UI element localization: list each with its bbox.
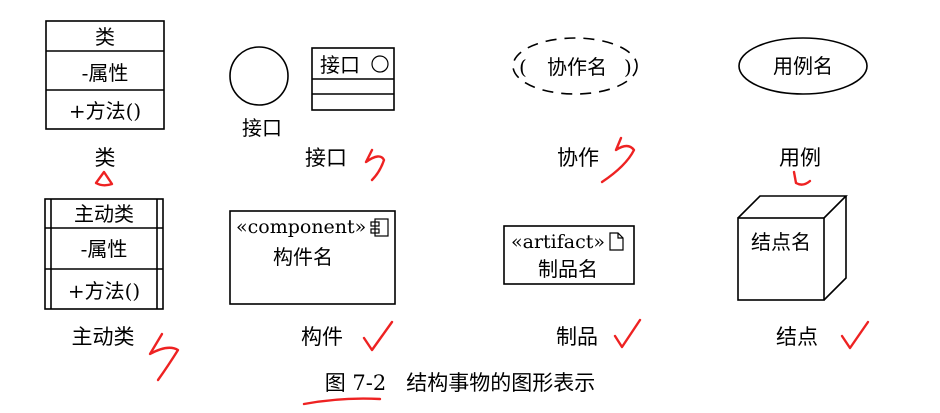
red-checkmark-component [362, 320, 394, 352]
component-icon [370, 218, 389, 237]
red-squiggle-mark-collaboration [600, 136, 636, 184]
collaboration-caption: 协作 [557, 146, 599, 170]
use-case-name: 用例名 [773, 54, 833, 78]
artifact-caption: 制品 [556, 325, 598, 349]
active-class-name: 主动类 [74, 202, 134, 226]
component-name: 构件名 [273, 245, 333, 269]
node-side-face [823, 196, 847, 301]
red-squiggle-mark-interface [364, 148, 386, 182]
node-top-face [737, 195, 848, 219]
node-symbol: 结点名 [737, 195, 848, 301]
active-class-attribute: -属性 [81, 237, 128, 261]
figure-caption: 图 7-2 结构事物的图形表示 [325, 371, 596, 395]
component-stereotype: «component» [236, 216, 366, 238]
diagram-canvas: 类 -属性 +方法() 类 接口 接口 接口 ( 协作名 ) 协作 用例名 用例… [0, 0, 940, 413]
red-underline-figure-number [302, 397, 382, 406]
red-triangle-mark-class [94, 170, 114, 187]
red-squiggle-mark-active-class [148, 332, 180, 382]
handwritten-annotations [94, 136, 870, 406]
class-caption: 类 [95, 146, 116, 170]
active-class-method: +方法() [68, 279, 140, 303]
component-caption: 构件 [301, 325, 343, 349]
red-checkmark-node [840, 320, 870, 350]
interface-caption: 接口 [305, 146, 347, 170]
structural-things-diagram: 类 -属性 +方法() 类 接口 接口 接口 ( 协作名 ) 协作 用例名 用例… [44, 20, 870, 406]
class-symbol: 类 -属性 +方法() [45, 20, 165, 130]
interface-box-label: 接口 [320, 53, 360, 77]
node-name: 结点名 [751, 230, 811, 254]
class-name: 类 [95, 25, 115, 49]
interface-symbol: 接口 接口 [229, 46, 395, 140]
collaboration-open-paren: ( [519, 55, 527, 79]
artifact-name: 制品名 [538, 257, 598, 281]
document-icon [609, 232, 624, 251]
collaboration-close-paren: ) [624, 55, 632, 79]
interface-circle-label: 接口 [242, 116, 282, 140]
class-method: +方法() [69, 99, 141, 123]
red-checkmark-artifact [613, 318, 642, 349]
component-symbol: «component» 构件名 [229, 210, 396, 305]
active-class-symbol: 主动类 -属性 +方法() [44, 198, 164, 310]
class-attribute: -属性 [82, 61, 129, 85]
interface-small-circle-icon [371, 55, 389, 73]
use-case-symbol: 用例名 [738, 37, 868, 95]
node-caption: 结点 [776, 325, 818, 349]
active-class-caption: 主动类 [72, 325, 135, 349]
interface-lollipop-circle [229, 46, 289, 106]
artifact-symbol: «artifact» 制品名 [503, 225, 635, 285]
red-hook-mark-use-case [792, 170, 812, 186]
collaboration-symbol: ( 协作名 ) [512, 37, 638, 95]
artifact-stereotype: «artifact» [511, 231, 605, 253]
use-case-caption: 用例 [779, 146, 821, 170]
collaboration-name: 协作名 [547, 55, 607, 79]
